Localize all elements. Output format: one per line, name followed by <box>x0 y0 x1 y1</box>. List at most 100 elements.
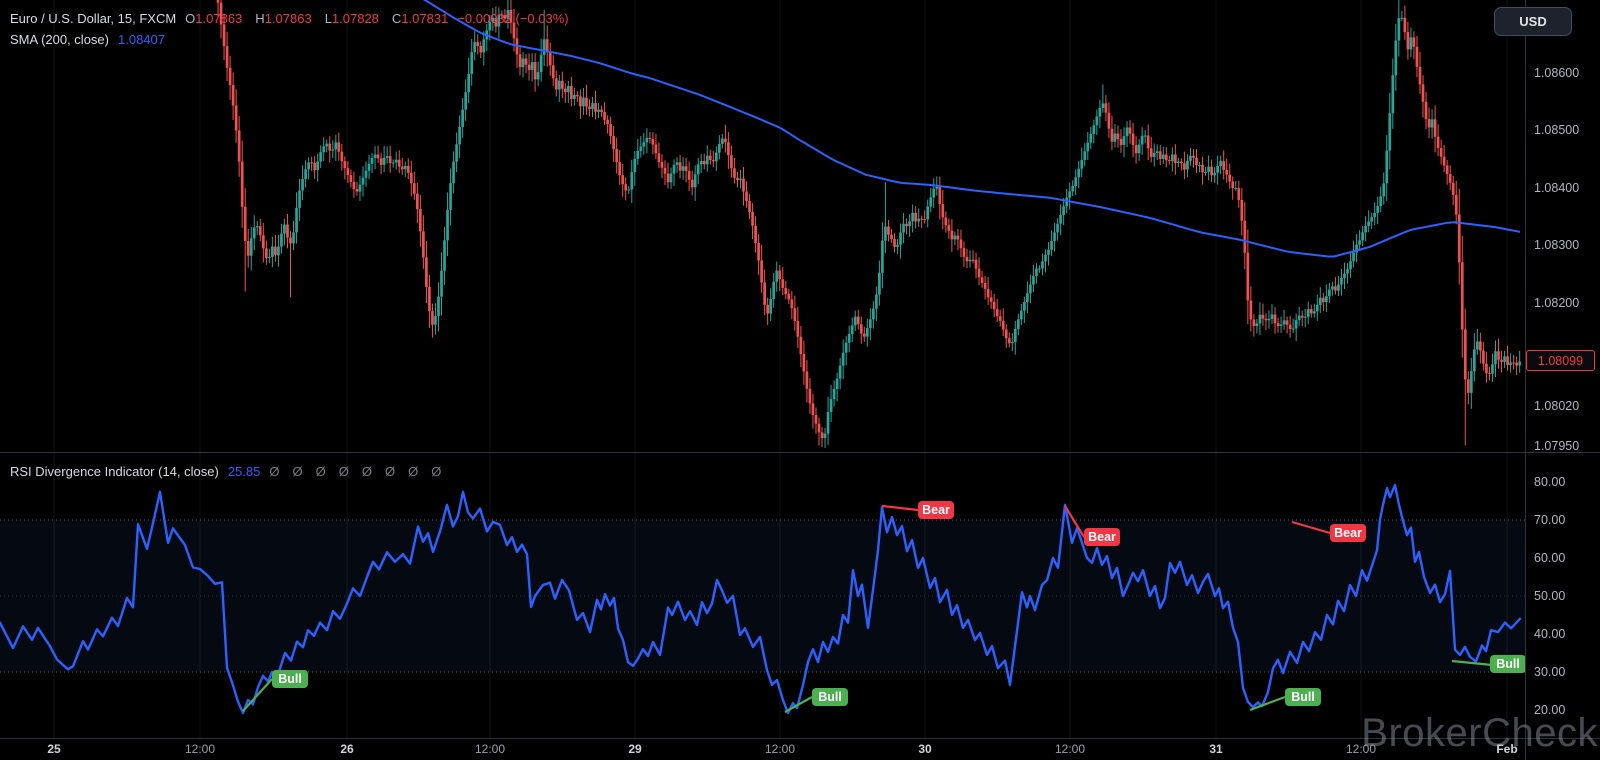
candle-body <box>829 398 833 412</box>
candle-body <box>787 294 791 300</box>
svg-text:Bull: Bull <box>278 672 302 686</box>
candle-body <box>464 92 468 110</box>
candle-body <box>817 423 821 433</box>
candle-body <box>249 238 253 256</box>
candle-body <box>412 183 416 194</box>
candle-body <box>733 168 736 178</box>
candle-body <box>274 246 277 256</box>
candle-body <box>301 179 304 191</box>
candle-body <box>1412 37 1416 47</box>
candle-body <box>470 52 474 74</box>
candle-body <box>639 146 643 151</box>
candle-body <box>841 352 845 366</box>
candle-body <box>1080 159 1084 169</box>
candle-wick <box>1292 318 1294 333</box>
candle-body <box>811 403 815 416</box>
candle-body <box>394 159 398 163</box>
candle-body <box>316 161 320 170</box>
rsi-indicator-label[interactable]: RSI Divergence Indicator (14, close) <box>10 464 219 479</box>
candle-body <box>669 173 673 183</box>
candle-body <box>1086 142 1090 152</box>
candle-body <box>1225 169 1229 175</box>
candle-body <box>675 162 679 165</box>
ohlc-values: O1.07863 H1.07863 L1.07828 C1.07831 <box>185 8 448 29</box>
candle-body <box>1228 174 1232 182</box>
candle-wick <box>1334 277 1336 295</box>
candle-body <box>440 270 443 297</box>
candle-body <box>950 230 954 240</box>
candle-body <box>929 197 933 207</box>
symbol-ohlc-row: Euro / U.S. Dollar, 15, FXCM O1.07863 H1.… <box>10 8 569 29</box>
price-axis-label: 1.08200 <box>1534 296 1580 310</box>
svg-text:Bear: Bear <box>1088 530 1116 544</box>
candle-body <box>1427 119 1431 128</box>
candle-body <box>597 109 600 112</box>
candle-body <box>1376 206 1380 213</box>
candle-body <box>521 58 525 68</box>
candle-body <box>1134 145 1138 154</box>
candle-body <box>1240 199 1244 221</box>
price-axis[interactable]: 1.08600 1.08500 1.08400 1.08300 1.08200 1.080… <box>1525 0 1600 760</box>
candle-wick <box>649 131 651 144</box>
candle-body <box>678 162 682 171</box>
candle-body <box>1089 133 1093 143</box>
rsi-legend: RSI Divergence Indicator (14, close) 25.… <box>10 464 441 479</box>
candle-body <box>1436 136 1440 149</box>
candle-body <box>902 223 905 233</box>
candle-wick <box>924 210 926 224</box>
candle-body <box>234 105 238 131</box>
candle-body <box>1029 284 1032 294</box>
rsi-empty-value: Ø <box>431 464 442 479</box>
candle-body <box>1512 362 1515 364</box>
candle-body <box>443 240 446 271</box>
candle-body <box>844 342 848 353</box>
candle-body <box>687 171 691 180</box>
pane-separator[interactable] <box>0 452 1600 453</box>
candle-body <box>630 172 634 190</box>
candle-body <box>400 166 404 170</box>
candle-body <box>352 182 356 189</box>
candle-body <box>373 154 377 159</box>
time-axis[interactable]: 25 12:00 26 12:00 29 12:00 30 12:00 31 12:00 Feb <box>0 739 1600 760</box>
candle-body <box>1279 324 1283 326</box>
candle-body <box>760 260 763 283</box>
candle-wick <box>311 156 313 172</box>
candle-body <box>657 153 661 162</box>
candle-wick <box>1516 356 1518 375</box>
candle-body <box>1110 128 1114 142</box>
candle-body <box>286 224 289 238</box>
rsi-empty-value: Ø <box>361 464 372 479</box>
candle-body <box>1361 232 1364 241</box>
candle-body <box>1294 320 1298 329</box>
candle-body <box>1155 151 1159 153</box>
symbol-title[interactable]: Euro / U.S. Dollar, 15, FXCM <box>10 8 176 29</box>
candle-body <box>364 170 368 178</box>
candle-body <box>890 234 893 240</box>
candle-body <box>346 168 350 176</box>
currency-toggle-button[interactable]: USD <box>1494 7 1572 36</box>
candle-body <box>826 411 830 434</box>
candle-wick <box>1235 180 1237 192</box>
candle-body <box>1352 252 1355 262</box>
candle-wick <box>906 218 908 235</box>
candle-body <box>1222 161 1226 170</box>
rsi-axis-label: 40.00 <box>1534 627 1566 641</box>
candle-body <box>1056 223 1059 233</box>
candle-body <box>370 158 374 164</box>
sma-label[interactable]: SMA (200, close) <box>10 29 109 50</box>
candle-body <box>971 259 975 261</box>
candle-body <box>246 240 250 256</box>
price-pane-chart[interactable] <box>0 0 1600 452</box>
candle-body <box>1001 320 1005 330</box>
candle-body <box>518 54 522 68</box>
candle-body <box>1122 136 1126 145</box>
candle-body <box>859 324 863 334</box>
candle-body <box>255 226 259 228</box>
rsi-pane-chart[interactable]: Bull Bull Bull Bull Bear Bear Bear <box>0 453 1600 738</box>
bear-label: Bear <box>1084 528 1120 546</box>
candle-body <box>1494 351 1497 365</box>
candle-body <box>1276 323 1280 326</box>
candle-body <box>313 163 317 170</box>
candle-body <box>1503 356 1506 362</box>
candle-body <box>585 97 588 107</box>
